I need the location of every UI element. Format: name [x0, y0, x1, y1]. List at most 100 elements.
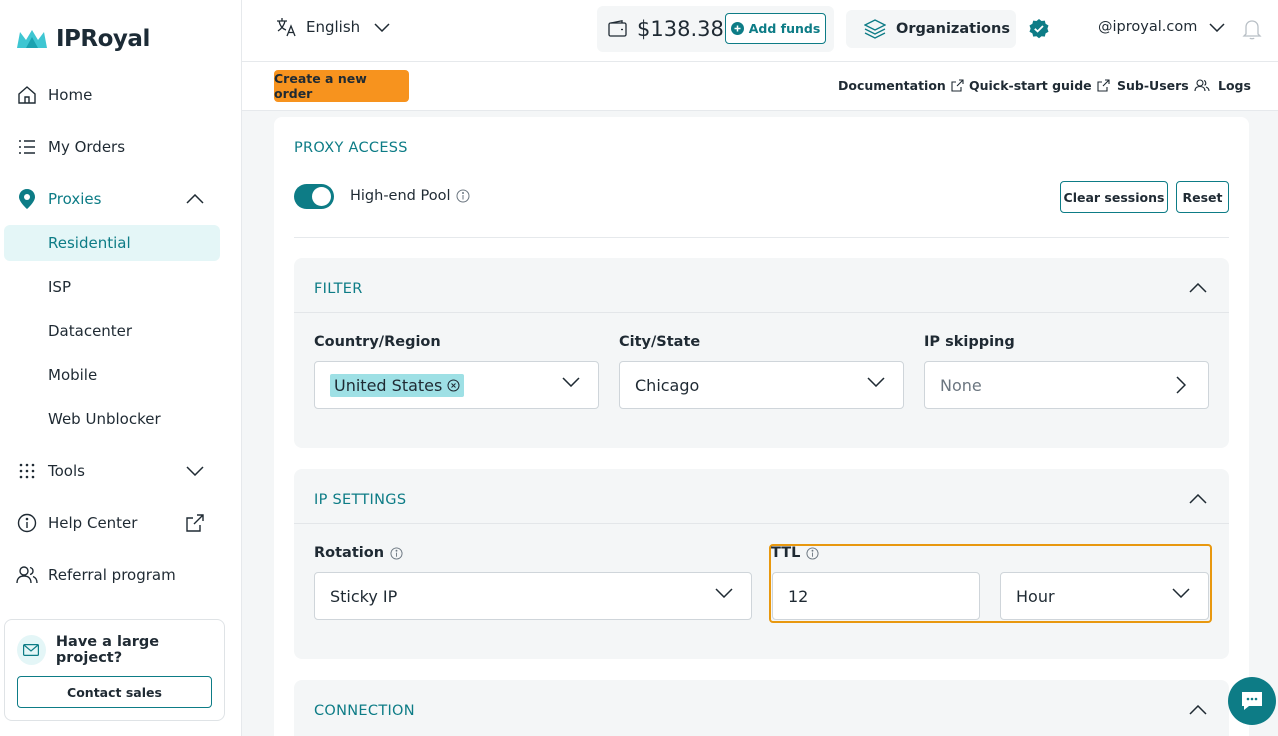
add-funds-button[interactable]: Add funds	[725, 13, 826, 44]
layers-icon	[864, 19, 886, 39]
iproyal-logo-icon	[16, 28, 48, 50]
clear-sessions-button[interactable]: Clear sessions	[1060, 181, 1168, 213]
sidebar-item-label: My Orders	[48, 138, 126, 156]
chip-label: United States	[334, 375, 443, 395]
city-value: Chicago	[635, 375, 700, 395]
organizations-label: Organizations	[896, 21, 1010, 37]
users-icon	[1194, 79, 1210, 92]
mail-icon	[17, 635, 46, 665]
add-funds-label: Add funds	[748, 21, 821, 36]
rotation-value: Sticky IP	[330, 586, 398, 606]
sidebar-item-referral[interactable]: Referral program	[16, 562, 176, 588]
ip-skipping-select[interactable]: None	[924, 361, 1209, 409]
close-circle-icon[interactable]	[447, 379, 460, 392]
divider	[294, 237, 1229, 238]
account-menu[interactable]: @iproyal.com	[1098, 19, 1225, 35]
panel-divider	[294, 312, 1229, 313]
chevron-up-icon[interactable]	[183, 187, 207, 211]
rotation-label: Rotation	[314, 545, 403, 561]
chevron-up-icon[interactable]	[1189, 283, 1207, 293]
ip-skipping-placeholder: None	[940, 375, 982, 395]
chevron-up-icon[interactable]	[1189, 705, 1207, 715]
chat-widget-button[interactable]	[1228, 677, 1276, 725]
panel-divider	[294, 523, 1229, 524]
ttl-unit-select[interactable]: Hour	[1000, 572, 1209, 620]
plus-circle-icon	[730, 22, 744, 35]
promo-header: Have a large project?	[17, 634, 224, 666]
rotation-label-text: Rotation	[314, 545, 385, 561]
ttl-label: TTL	[771, 545, 819, 561]
sidebar: IPRoyal Home My Orders Proxies Residenti…	[0, 0, 242, 736]
sub-users-link[interactable]: Sub-Users	[1117, 78, 1210, 93]
language-selector[interactable]: English	[276, 17, 390, 37]
sidebar-item-label: Proxies	[48, 190, 102, 208]
country-label: Country/Region	[314, 334, 441, 350]
city-label: City/State	[619, 334, 701, 350]
chat-icon	[1240, 690, 1264, 712]
external-link-icon	[951, 79, 964, 92]
sidebar-item-home[interactable]: Home	[16, 82, 92, 108]
info-icon[interactable]	[806, 546, 819, 560]
home-icon	[16, 84, 38, 106]
external-link-icon[interactable]	[183, 511, 207, 535]
connection-panel	[294, 680, 1229, 736]
logo-text: IPRoyal	[56, 26, 150, 52]
logs-link[interactable]: Logs	[1218, 78, 1251, 93]
filter-title: FILTER	[314, 281, 363, 297]
chevron-down-icon[interactable]	[183, 459, 207, 483]
sidebar-item-help-center[interactable]: Help Center	[16, 510, 137, 536]
ip-skipping-label: IP skipping	[924, 334, 1015, 350]
rotation-select[interactable]: Sticky IP	[314, 572, 752, 620]
high-end-pool-toggle[interactable]	[294, 184, 334, 209]
top-bar: English $138.38 Add funds Organizations …	[242, 0, 1278, 62]
balance-amount: $138.38	[637, 17, 724, 41]
documentation-link[interactable]: Documentation	[838, 78, 964, 93]
chevron-down-icon	[1209, 22, 1225, 32]
info-icon[interactable]	[390, 546, 403, 560]
sidebar-item-residential[interactable]: Residential	[48, 234, 131, 252]
chevron-down-icon	[1172, 588, 1190, 598]
info-icon[interactable]	[456, 189, 470, 203]
sidebar-item-my-orders[interactable]: My Orders	[16, 134, 125, 160]
sidebar-item-label: Referral program	[48, 566, 176, 584]
link-label: Logs	[1218, 78, 1251, 93]
ttl-value: 12	[788, 586, 809, 606]
proxy-access-title: PROXY ACCESS	[294, 140, 408, 156]
pool-label-text: High-end Pool	[350, 188, 451, 204]
bell-icon[interactable]	[1242, 18, 1262, 40]
chevron-down-icon	[715, 588, 733, 598]
chevron-down-icon	[562, 377, 580, 387]
organizations-button[interactable]: Organizations	[846, 10, 1016, 48]
high-end-pool-label: High-end Pool	[350, 188, 470, 204]
ip-settings-title: IP SETTINGS	[314, 492, 407, 508]
location-pin-icon	[16, 188, 38, 210]
chevron-down-icon	[374, 22, 390, 32]
wallet-balance: $138.38 Add funds	[597, 6, 834, 52]
sidebar-item-tools[interactable]: Tools	[16, 458, 85, 484]
link-label: Documentation	[838, 78, 946, 93]
country-chip: United States	[330, 373, 465, 397]
logo[interactable]: IPRoyal	[16, 26, 150, 52]
chevron-right-icon	[1176, 376, 1186, 394]
verified-badge-icon	[1028, 18, 1050, 40]
sidebar-item-isp[interactable]: ISP	[48, 278, 71, 296]
quick-start-guide-link[interactable]: Quick-start guide	[969, 78, 1110, 93]
wallet-icon	[608, 20, 628, 37]
city-select[interactable]: Chicago	[619, 361, 904, 409]
filter-panel	[294, 258, 1229, 448]
large-project-card: Have a large project? Contact sales	[4, 619, 225, 721]
connection-title: CONNECTION	[314, 703, 415, 719]
external-link-icon	[1097, 79, 1110, 92]
chevron-up-icon[interactable]	[1189, 494, 1207, 504]
reset-button[interactable]: Reset	[1176, 181, 1229, 213]
sidebar-item-datacenter[interactable]: Datacenter	[48, 322, 132, 340]
contact-sales-button[interactable]: Contact sales	[17, 676, 212, 708]
sidebar-item-web-unblocker[interactable]: Web Unblocker	[48, 410, 161, 428]
ttl-input[interactable]: 12	[772, 572, 980, 620]
create-order-button[interactable]: Create a new order	[274, 70, 409, 102]
sidebar-item-label: Tools	[48, 462, 85, 480]
country-select[interactable]: United States	[314, 361, 599, 409]
action-bar: Create a new order Documentation Quick-s…	[242, 62, 1278, 111]
translate-icon	[276, 17, 298, 37]
sidebar-item-mobile[interactable]: Mobile	[48, 366, 97, 384]
